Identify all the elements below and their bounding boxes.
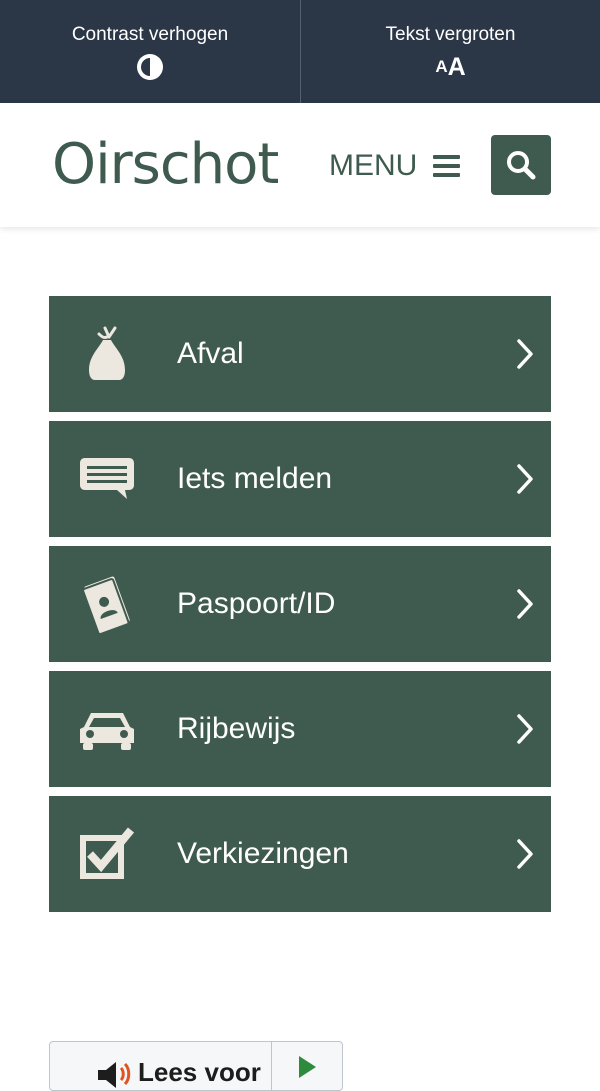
accessibility-bar: Contrast verhogen Tekst vergroten AA [0,0,600,103]
search-button[interactable] [491,135,551,195]
tile-iets-melden[interactable]: Iets melden [49,421,551,537]
play-button[interactable] [272,1042,342,1090]
speech-bubble-icon [77,449,137,509]
text-size-icon: AA [435,53,465,81]
tile-label: Afval [177,337,244,370]
site-header: Oirschot MENU [0,103,600,227]
text-size-button[interactable]: Tekst vergroten AA [300,0,600,103]
passport-icon [77,574,137,634]
chevron-right-icon [517,589,533,619]
play-icon [299,1056,316,1078]
contrast-label: Contrast verhogen [71,23,229,45]
tile-paspoort-id[interactable]: Paspoort/ID [49,546,551,662]
quick-links: Afval Iets melden Paspoort/ID Rijbewijs … [49,296,551,921]
contrast-icon [135,53,165,81]
menu-label: MENU [329,149,418,182]
tile-label: Rijbewijs [177,712,296,745]
tile-label: Verkiezingen [177,837,349,870]
waste-bag-icon [77,324,137,384]
chevron-right-icon [517,714,533,744]
tile-verkiezingen[interactable]: Verkiezingen [49,796,551,912]
text-size-icon-big: A [447,52,466,81]
hamburger-icon [433,155,461,177]
chevron-right-icon [517,464,533,494]
chevron-right-icon [517,839,533,869]
speaker-icon [98,1062,131,1088]
contrast-button[interactable]: Contrast verhogen [0,0,300,103]
tile-label: Paspoort/ID [177,587,336,620]
ballot-checkbox-icon [77,824,137,884]
site-logo[interactable]: Oirschot [52,133,279,197]
tile-afval[interactable]: Afval [49,296,551,412]
read-aloud-label: Lees voor [138,1057,261,1087]
text-size-label: Tekst vergroten [385,23,516,45]
tile-label: Iets melden [177,462,333,495]
chevron-right-icon [517,339,533,369]
readspeaker-widget: Lees voor [49,1041,343,1091]
tile-rijbewijs[interactable]: Rijbewijs [49,671,551,787]
car-icon [77,699,137,759]
search-icon [507,151,536,180]
menu-button[interactable]: MENU [329,146,461,186]
text-size-icon-small: A [435,56,448,76]
read-aloud-button[interactable]: Lees voor [50,1042,272,1090]
